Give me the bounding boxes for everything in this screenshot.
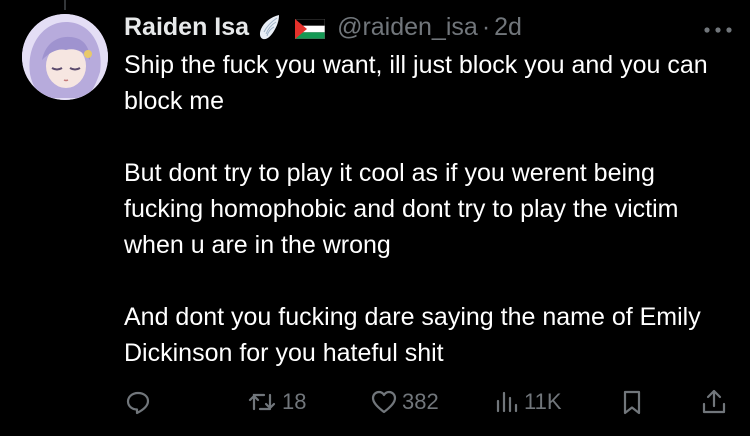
views-button[interactable]: 11K [494,386,562,418]
more-horizontal-icon[interactable] [702,22,734,33]
display-name[interactable]: Raiden Isa [124,13,249,42]
tweet-paragraph: Ship the fuck you want, ill just block y… [124,51,708,115]
palestine-flag-icon [294,17,326,40]
retweet-icon [246,388,278,416]
reply-icon [124,388,152,416]
heart-icon [370,388,398,416]
retweet-button[interactable]: 18 [246,386,306,418]
handle[interactable]: @raiden_isa [337,13,478,42]
avatar[interactable] [22,14,108,100]
bookmark-icon [618,388,646,416]
tweet-text: Ship the fuck you want, ill just block y… [124,47,734,371]
like-count: 382 [402,389,439,414]
tweet[interactable]: Raiden Isa @raiden_isa · 2d Ship the fuc… [124,10,734,371]
share-icon [700,388,728,416]
retweet-count: 18 [282,389,307,414]
action-bar: 18 382 11K [124,386,734,418]
views-count: 11K [524,389,562,414]
separator-dot: · [481,12,491,41]
tweet-header: Raiden Isa @raiden_isa · 2d [124,10,734,44]
wing-icon [257,13,283,41]
views-icon [494,388,520,416]
tweet-paragraph: And dont you fucking dare saying the nam… [124,303,701,367]
share-button[interactable] [700,386,728,418]
tweet-paragraph: But dont try to play it cool as if you w… [124,159,679,259]
bookmark-button[interactable] [618,386,646,418]
thread-line [64,0,66,10]
like-button[interactable]: 382 [370,386,439,418]
timestamp[interactable]: 2d [494,13,522,42]
reply-button[interactable] [124,386,152,418]
